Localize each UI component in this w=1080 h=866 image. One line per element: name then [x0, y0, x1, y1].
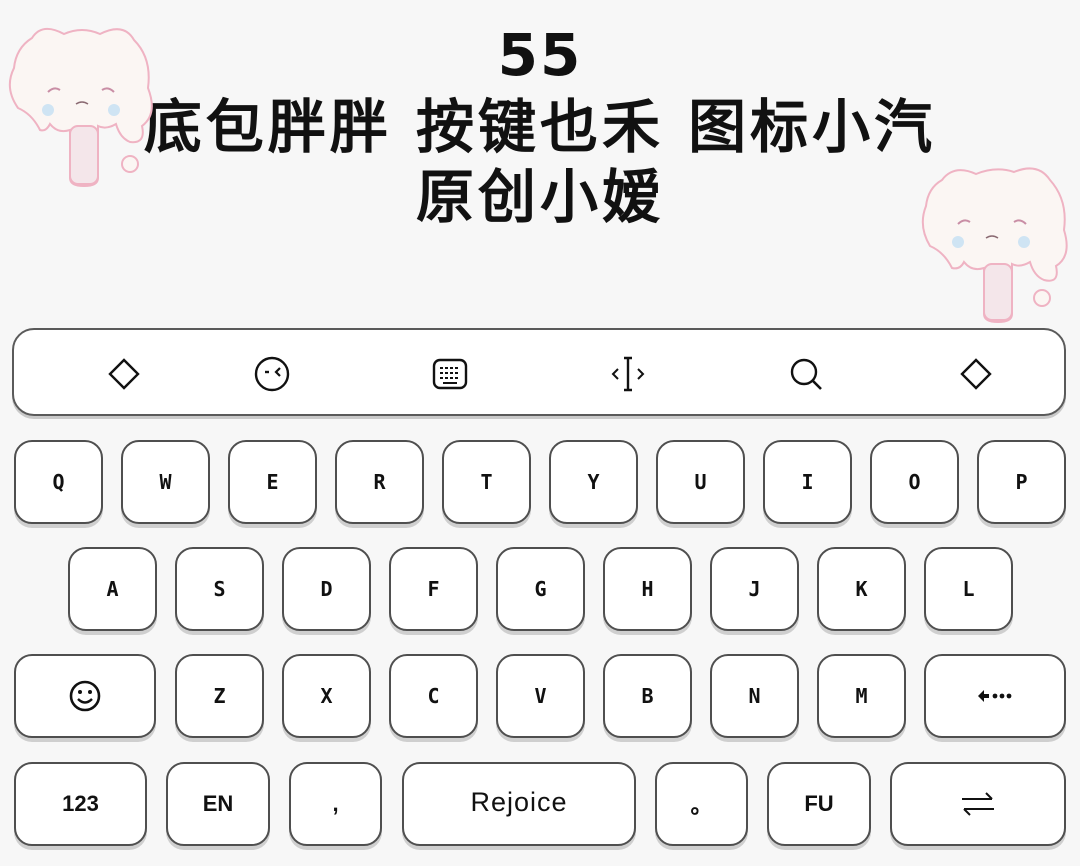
key-o[interactable]: O: [870, 440, 959, 524]
key-l[interactable]: L: [924, 547, 1013, 631]
diamond-icon[interactable]: [102, 352, 146, 396]
backspace-icon: [978, 690, 1012, 702]
diamond-icon[interactable]: [954, 352, 998, 396]
key-a[interactable]: A: [68, 547, 157, 631]
title-number: 55: [497, 21, 583, 89]
backspace-key[interactable]: [924, 654, 1066, 738]
comma-key[interactable]: ,: [289, 762, 382, 846]
key-x[interactable]: X: [282, 654, 371, 738]
smiley-icon: [69, 680, 101, 712]
key-b[interactable]: B: [603, 654, 692, 738]
key-g[interactable]: G: [496, 547, 585, 631]
key-t[interactable]: T: [442, 440, 531, 524]
mascot-sticker-right: [921, 167, 1068, 323]
key-c[interactable]: C: [389, 654, 478, 738]
key-s[interactable]: S: [175, 547, 264, 631]
keyboard-icon[interactable]: [428, 352, 472, 396]
key-f[interactable]: F: [389, 547, 478, 631]
key-z[interactable]: Z: [175, 654, 264, 738]
period-key[interactable]: 。: [655, 762, 748, 846]
key-y[interactable]: Y: [549, 440, 638, 524]
emoji-key[interactable]: [14, 654, 156, 738]
key-h[interactable]: H: [603, 547, 692, 631]
key-j[interactable]: J: [710, 547, 799, 631]
key-m[interactable]: M: [817, 654, 906, 738]
emoji-face-icon[interactable]: [250, 352, 294, 396]
header: 55 底包胖胖 按键也禾 图标小汽 原创小嫒: [0, 0, 1080, 323]
mascot-sticker-left: [8, 27, 153, 188]
key-q[interactable]: Q: [14, 440, 103, 524]
key-e[interactable]: E: [228, 440, 317, 524]
key-p[interactable]: P: [977, 440, 1066, 524]
key-w[interactable]: W: [121, 440, 210, 524]
cursor-icon[interactable]: [606, 352, 650, 396]
language-key[interactable]: EN: [166, 762, 270, 846]
title-line-1: 底包胖胖 按键也禾 图标小汽: [143, 93, 937, 161]
key-n[interactable]: N: [710, 654, 799, 738]
key-v[interactable]: V: [496, 654, 585, 738]
key-u[interactable]: U: [656, 440, 745, 524]
numbers-key[interactable]: 123: [14, 762, 147, 846]
key-r[interactable]: R: [335, 440, 424, 524]
key-d[interactable]: D: [282, 547, 371, 631]
search-icon[interactable]: [784, 352, 828, 396]
key-k[interactable]: K: [817, 547, 906, 631]
swap-arrows-icon: [962, 792, 994, 816]
keyboard-toolbar: [12, 328, 1066, 416]
fu-key[interactable]: FU: [767, 762, 871, 846]
space-key[interactable]: Rejoice: [402, 762, 636, 846]
key-i[interactable]: I: [763, 440, 852, 524]
enter-key[interactable]: [890, 762, 1066, 846]
